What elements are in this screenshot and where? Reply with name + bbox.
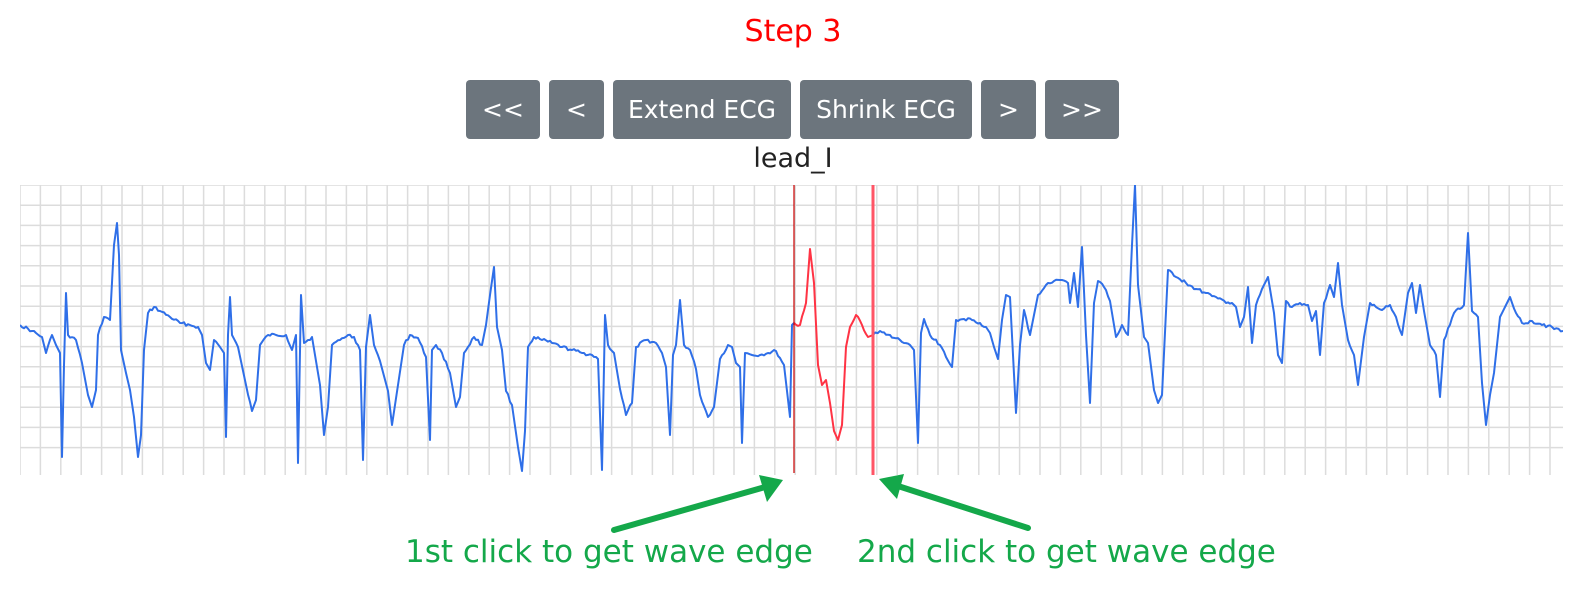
ecg-plot[interactable]: [20, 185, 1563, 475]
extend-ecg-button[interactable]: Extend ECG: [613, 80, 791, 139]
first-page-button[interactable]: <<: [466, 80, 540, 139]
second-click-annotation: 2nd click to get wave edge: [857, 534, 1276, 570]
arrow-up-left-icon: [879, 474, 1031, 531]
last-page-button[interactable]: >>: [1045, 80, 1119, 139]
ecg-trace: [872, 185, 1563, 444]
arrow-up-right-icon: [611, 475, 783, 533]
next-page-button[interactable]: >: [981, 80, 1036, 139]
first-click-annotation: 1st click to get wave edge: [405, 534, 813, 570]
ecg-selected-wave: [793, 248, 874, 441]
shrink-ecg-button[interactable]: Shrink ECG: [800, 80, 972, 139]
prev-page-button[interactable]: <: [549, 80, 604, 139]
lead-label: lead_I: [753, 143, 833, 174]
step-title: Step 3: [744, 14, 842, 49]
ecg-toolbar: << < Extend ECG Shrink ECG > >>: [466, 80, 1119, 139]
annotation-arrows: [611, 474, 1031, 533]
